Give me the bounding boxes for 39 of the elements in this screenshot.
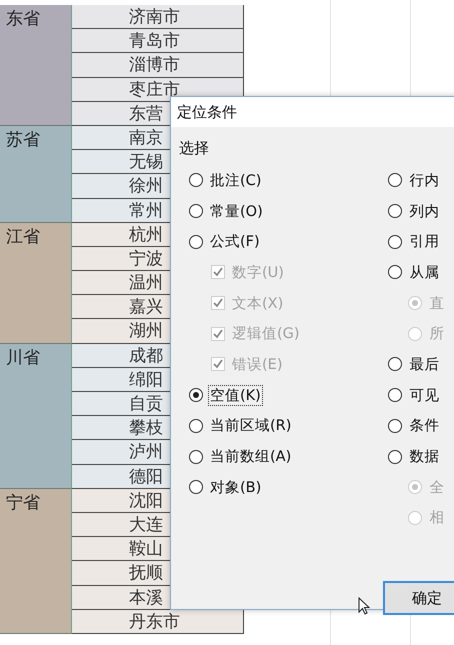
radio-button[interactable] — [189, 480, 203, 494]
option-label: 所 — [428, 325, 446, 344]
dialog-title: 定位条件 — [177, 102, 237, 122]
province-name: 宁省 — [6, 492, 40, 512]
option-label: 从属 — [408, 264, 440, 282]
radio-button[interactable] — [189, 388, 203, 402]
radio-button[interactable] — [189, 418, 203, 433]
province-name: 苏省 — [6, 130, 40, 149]
city-cell: 丹东市 — [72, 610, 244, 634]
province-name: 东省 — [6, 9, 40, 28]
option-label: 条件 — [408, 417, 440, 436]
province-name: 川省 — [6, 348, 40, 367]
option-label: 全 — [428, 478, 446, 497]
option-label: 行内 — [408, 172, 440, 190]
radio-button[interactable] — [388, 450, 402, 464]
option-label: 相 — [428, 509, 446, 528]
radio-button[interactable] — [189, 450, 203, 464]
option-label: 列内 — [408, 202, 440, 221]
option-label: 引用 — [408, 233, 440, 252]
radio-button[interactable] — [189, 234, 203, 249]
city-cell: 青岛市 — [72, 29, 244, 54]
city-cell: 济南市 — [72, 5, 244, 30]
radio-button[interactable] — [388, 265, 402, 280]
radio-button[interactable] — [189, 204, 203, 218]
radio-button[interactable] — [388, 173, 402, 188]
option-label: 可见 — [408, 386, 440, 405]
mouse-cursor-icon — [358, 597, 370, 615]
option-label: 最后 — [408, 356, 440, 374]
option-label: 数据 — [408, 448, 440, 466]
radio-button[interactable] — [388, 388, 402, 402]
radio-button[interactable] — [388, 204, 402, 218]
radio-button[interactable] — [388, 234, 402, 249]
province-name: 江省 — [6, 226, 40, 246]
ok-button[interactable]: 确定 — [383, 581, 454, 615]
city-cell: 淄博市 — [72, 53, 244, 78]
radio-button[interactable] — [388, 357, 402, 372]
option-label: 直 — [428, 294, 446, 313]
radio-button[interactable] — [388, 418, 402, 433]
radio-button[interactable] — [189, 173, 203, 188]
